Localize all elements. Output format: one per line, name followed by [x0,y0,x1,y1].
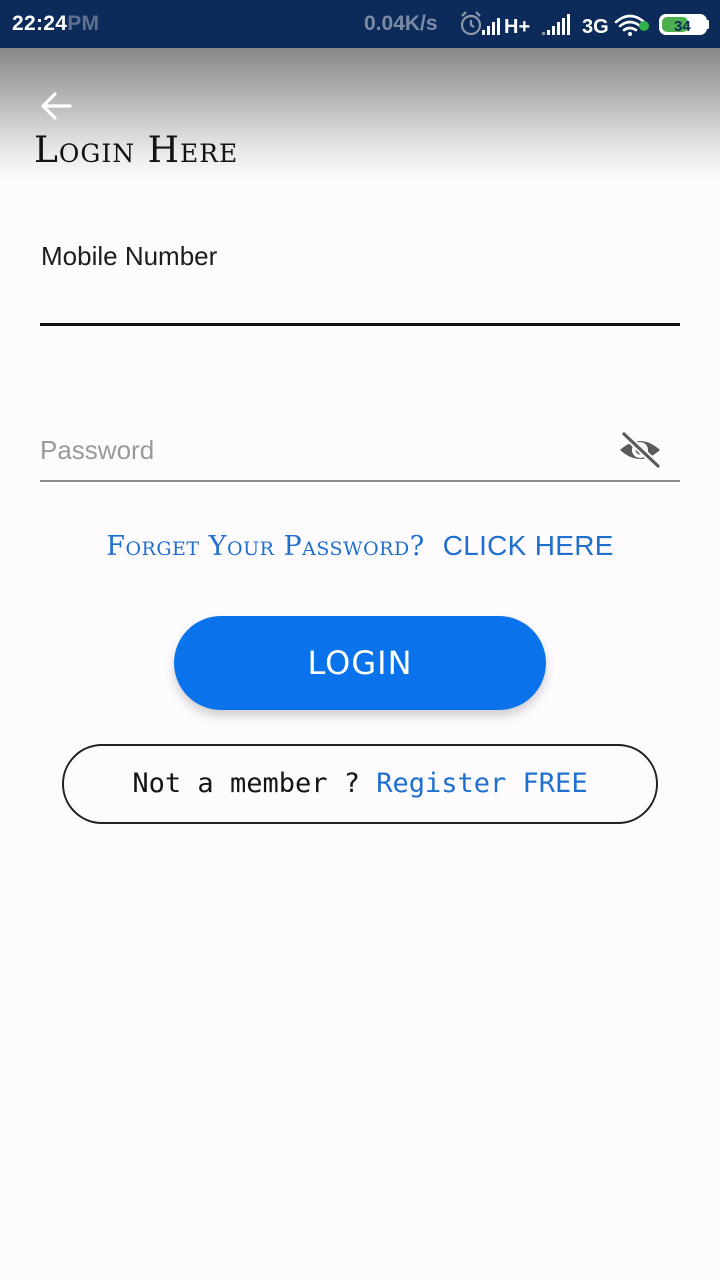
login-button[interactable]: LOGIN [174,616,546,710]
status-time: 22:24PM [12,12,100,35]
sync-indicator [639,21,649,31]
arrow-left-icon [41,92,72,120]
forgot-password-link[interactable]: CLICK HERE [443,530,614,561]
network-type-1: H+ [504,16,530,38]
password-input[interactable] [40,426,680,482]
forgot-password-row: Forget Your Password? CLICK HERE [0,530,720,562]
register-free-link[interactable]: Register FREE [376,768,587,799]
status-ampm: PM [67,12,100,35]
signal-icon-2 [542,14,570,35]
not-member-text: Not a member ? [132,768,360,799]
mobile-number-label: Mobile Number [41,241,218,271]
eye-off-icon [620,430,662,470]
forgot-password-text: Forget Your Password? [106,531,425,562]
network-speed: 0.04K/s [364,12,438,35]
mobile-number-input[interactable] [40,278,680,326]
network-type-2: 3G [582,16,609,38]
battery-icon: 34 [659,14,709,35]
signal-icon [482,18,500,35]
status-bar: 22:24PM 0.04K/s H+ 3G 34 [0,0,720,48]
page-title: Login Here [34,130,239,171]
wifi-dot [628,32,632,36]
register-button[interactable]: Not a member ? Register FREE [62,744,658,824]
alarm-icon [460,11,482,36]
back-button[interactable] [36,86,76,126]
battery-level: 34 [674,18,691,35]
status-icons: H+ 3G 34 [460,11,709,38]
password-visibility-toggle[interactable] [616,430,664,470]
